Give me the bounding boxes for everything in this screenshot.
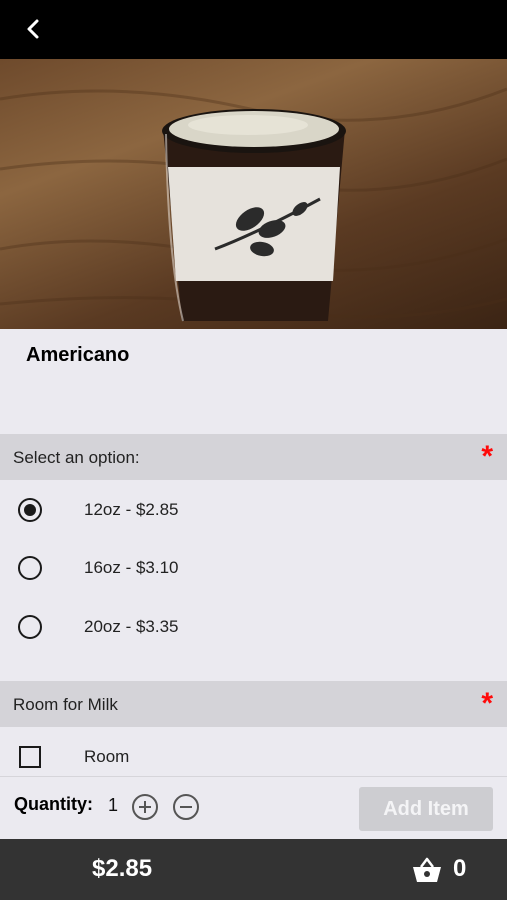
radio-unselected-icon[interactable] xyxy=(18,615,42,639)
back-button[interactable] xyxy=(16,12,50,46)
quantity-bar: Quantity: 1 Add Item xyxy=(0,776,507,839)
size-option-12oz[interactable]: 12oz - $2.85 xyxy=(0,481,507,539)
milk-section-title: Room for Milk xyxy=(13,695,118,714)
cart-button[interactable]: 0 xyxy=(412,853,492,887)
product-image xyxy=(0,59,507,329)
cart-count: 0 xyxy=(453,855,467,882)
radio-selected-icon[interactable] xyxy=(18,498,42,522)
size-section-title: Select an option: xyxy=(13,448,140,467)
size-section-header: Select an option: * xyxy=(0,434,507,480)
size-option-20oz[interactable]: 20oz - $3.35 xyxy=(0,598,507,656)
quantity-label: Quantity: xyxy=(14,794,93,814)
minus-circle-icon[interactable] xyxy=(173,794,199,820)
radio-unselected-icon[interactable] xyxy=(18,556,42,580)
option-label: 12oz - $2.85 xyxy=(84,500,179,519)
required-asterisk-icon: * xyxy=(481,440,493,473)
chevron-left-icon xyxy=(27,19,39,39)
plus-circle-icon[interactable] xyxy=(132,794,158,820)
add-item-button[interactable]: Add Item xyxy=(359,787,493,831)
checkbox-icon[interactable] xyxy=(19,746,41,768)
required-asterisk-icon: * xyxy=(481,687,493,720)
order-total: $2.85 xyxy=(92,855,153,882)
basket-icon xyxy=(413,857,441,882)
product-title: Americano xyxy=(26,344,130,366)
option-label: 16oz - $3.10 xyxy=(84,558,179,577)
option-label: Room xyxy=(84,747,130,766)
size-option-16oz[interactable]: 16oz - $3.10 xyxy=(0,539,507,597)
quantity-value: 1 xyxy=(108,795,119,815)
product-info: Americano xyxy=(0,329,507,434)
top-nav-bar xyxy=(0,0,507,59)
option-label: 20oz - $3.35 xyxy=(84,617,179,636)
milk-section-header: Room for Milk * xyxy=(0,681,507,727)
cart-footer: $2.85 0 xyxy=(0,839,507,900)
